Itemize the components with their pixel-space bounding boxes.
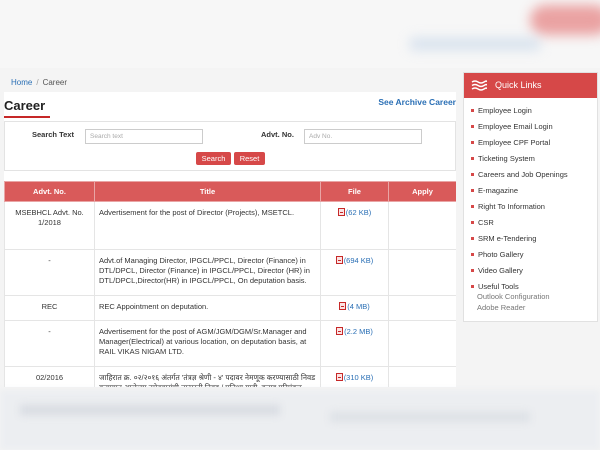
quick-links-header: Quick Links <box>464 73 597 98</box>
page-title: Career <box>4 98 46 113</box>
title-cell: Advt.of Managing Director, IPGCL/PPCL, D… <box>94 249 321 296</box>
search-text-label: Search Text <box>32 130 74 139</box>
useful-tools-outlook-configuration[interactable]: Outlook Configuration <box>477 292 550 301</box>
waves-icon <box>471 80 487 91</box>
pdf-icon <box>337 208 345 216</box>
file-cell: (310 KB) <box>320 366 389 387</box>
file-size: (2.2 MB) <box>344 327 373 336</box>
file-size: (62 KB) <box>345 208 372 217</box>
file-download-link[interactable]: (2.2 MB) <box>336 327 373 336</box>
career-table: Advt. No. Title File Apply MSEBHCL Advt.… <box>4 181 456 387</box>
title-cell: जाहिरात क्र. ०२/२०१६ अंतर्गत 'तंत्रज्ञ श… <box>94 366 321 387</box>
col-header-title: Title <box>94 181 321 202</box>
search-text-input[interactable] <box>85 129 203 144</box>
footer-blurred-text <box>330 412 530 422</box>
breadcrumb: Home / Career <box>4 72 456 92</box>
quick-link-employee-login[interactable]: Employee Login <box>471 106 597 122</box>
header-blurred-logo <box>530 5 600 35</box>
useful-tools-adobe-reader[interactable]: Adobe Reader <box>477 303 525 312</box>
file-cell: (694 KB) <box>320 249 389 296</box>
quick-links-panel: Quick Links Employee Login Employee Emai… <box>463 72 598 322</box>
table-row: - Advt.of Managing Director, IPGCL/PPCL,… <box>4 249 456 296</box>
quick-link-ticketing-system[interactable]: Ticketing System <box>471 154 597 170</box>
advt-no-cell: - <box>4 320 95 367</box>
table-row: 02/2016 जाहिरात क्र. ०२/२०१६ अंतर्गत 'तं… <box>4 366 456 387</box>
quick-link-careers[interactable]: Careers and Job Openings <box>471 170 597 186</box>
quick-link-employee-email-login[interactable]: Employee Email Login <box>471 122 597 138</box>
pdf-icon <box>336 327 344 335</box>
breadcrumb-separator: / <box>36 78 39 87</box>
title-underline <box>4 116 50 118</box>
search-button[interactable]: Search <box>196 152 231 165</box>
main-content: Home / Career Career See Archive Career Se… <box>4 72 456 387</box>
pdf-icon <box>335 256 343 264</box>
apply-cell <box>388 201 456 250</box>
advt-no-label: Advt. No. <box>261 130 294 139</box>
title-cell: Advertisement for the post of Director (… <box>94 201 321 250</box>
apply-cell <box>388 366 456 387</box>
table-header-row: Advt. No. Title File Apply <box>4 181 456 202</box>
reset-button[interactable]: Reset <box>234 152 265 165</box>
advt-no-cell: 02/2016 <box>4 366 95 387</box>
file-cell: (4 MB) <box>320 295 389 321</box>
file-size: (310 KB) <box>343 373 374 382</box>
apply-cell <box>388 295 456 321</box>
col-header-advt-no: Advt. No. <box>4 181 95 202</box>
see-archive-career-link[interactable]: See Archive Career <box>378 97 456 107</box>
apply-cell <box>388 249 456 296</box>
file-size: (694 KB) <box>343 256 374 265</box>
table-row: - Advertisement for the post of AGM/JGM/… <box>4 320 456 367</box>
footer-blurred-text <box>20 405 280 415</box>
title-cell: REC Appointment on deputation. <box>94 295 321 321</box>
file-cell: (2.2 MB) <box>320 320 389 367</box>
site-header <box>0 0 600 68</box>
quick-links-title: Quick Links <box>495 80 542 90</box>
quick-link-photo-gallery[interactable]: Photo Gallery <box>471 250 597 266</box>
quick-link-e-magazine[interactable]: E-magazine <box>471 186 597 202</box>
file-size: (4 MB) <box>347 302 370 311</box>
file-download-link[interactable]: (62 KB) <box>337 208 372 217</box>
quick-links-list: Employee Login Employee Email Login Empl… <box>464 98 597 298</box>
quick-link-employee-cpf-portal[interactable]: Employee CPF Portal <box>471 138 597 154</box>
title-cell: Advertisement for the post of AGM/JGM/DG… <box>94 320 321 367</box>
file-download-link[interactable]: (694 KB) <box>335 256 374 265</box>
col-header-file: File <box>320 181 389 202</box>
search-form: Search Text Advt. No. Search Reset <box>4 121 456 171</box>
breadcrumb-current: Career <box>42 78 68 87</box>
quick-link-srm-e-tendering[interactable]: SRM e-Tendering <box>471 234 597 250</box>
pdf-icon <box>339 302 347 310</box>
quick-link-csr[interactable]: CSR <box>471 218 597 234</box>
table-row: REC REC Appointment on deputation. (4 MB… <box>4 295 456 321</box>
file-download-link[interactable]: (4 MB) <box>339 302 370 311</box>
apply-cell <box>388 320 456 367</box>
file-cell: (62 KB) <box>320 201 389 250</box>
pdf-icon <box>335 373 343 381</box>
file-download-link[interactable]: (310 KB) <box>335 373 374 382</box>
quick-link-rti[interactable]: Right To Information <box>471 202 597 218</box>
advt-no-cell: REC <box>4 295 95 321</box>
table-row: MSEBHCL Advt. No. 1/2018 Advertisement f… <box>4 201 456 250</box>
advt-no-cell: MSEBHCL Advt. No. 1/2018 <box>4 201 95 250</box>
breadcrumb-home-link[interactable]: Home <box>11 78 32 87</box>
header-blurred-menu <box>410 38 540 50</box>
quick-link-video-gallery[interactable]: Video Gallery <box>471 266 597 282</box>
col-header-apply: Apply <box>388 181 456 202</box>
advt-no-input[interactable] <box>304 129 422 144</box>
advt-no-cell: - <box>4 249 95 296</box>
